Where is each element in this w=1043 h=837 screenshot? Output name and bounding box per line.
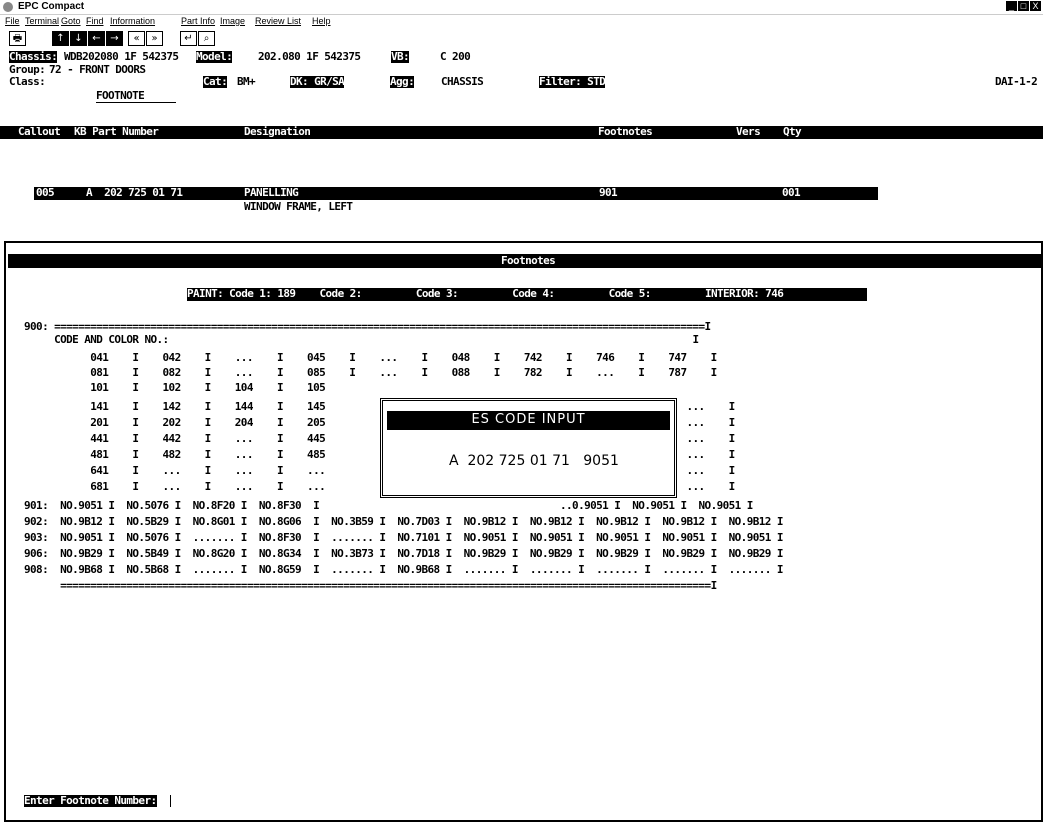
footnote-line: 906: NO.9B29 I NO.5B49 I NO.8G20 I NO.8G… [24,547,783,560]
cat-value: BM+ [237,75,256,88]
input-cursor[interactable] [170,795,171,807]
column-header-bar: Callout KB Part Number Designation Footn… [0,126,1043,139]
menu-bar: File Terminal Goto Find Information Part… [0,15,1043,29]
footnote-line: CODE AND COLOR NO.: I [24,333,699,346]
dialog-title: ES CODE INPUT [471,412,586,427]
menu-terminal[interactable]: Terminal [25,16,59,26]
menu-part-info[interactable]: Part Info [181,16,215,26]
search-icon[interactable]: ⌕ [198,31,215,46]
es-code-input[interactable]: A 202 725 01 71 9051 [449,453,619,469]
footnote-line: 908: NO.9B68 I NO.5B68 I ....... I NO.8G… [24,563,783,576]
footnote-tab-underline [96,102,176,103]
dialog-title-bar: ES CODE INPUT [387,411,670,430]
page-forward-icon[interactable]: » [146,31,163,46]
cat-label: Cat: [203,75,228,88]
footnote-line: 901: NO.9051 I NO.5076 I NO.8F20 I NO.8F… [24,499,753,512]
app-icon [3,2,13,12]
screen-code: DAI-1-2 [995,75,1038,88]
footnote-tab[interactable]: FOOTNOTE [96,90,145,102]
page-back-icon[interactable]: « [128,31,145,46]
row-part-number: A 202 725 01 71 [86,186,183,199]
return-icon[interactable]: ↵ [180,31,197,46]
agg-label: Agg: [390,75,415,88]
col-designation: Designation [244,125,311,138]
close-button[interactable]: X [1030,1,1041,11]
footnote-line: ========================================… [24,579,717,592]
agg-value: CHASSIS [441,75,484,88]
arrow-up-icon[interactable]: ↑ [52,31,69,46]
footnote-line: 902: NO.9B12 I NO.5B29 I NO.8G01 I NO.8G… [24,515,783,528]
dk-label: DK: GR/SA [290,75,345,88]
model-label: Model: [196,50,233,63]
row-designation-detail: WINDOW FRAME, LEFT [244,200,353,213]
paint-bar: PAINT: Code 1: 189 Code 2: Code 3: Code … [187,288,867,301]
row-footnotes: 901 [599,186,618,199]
menu-review-list[interactable]: Review List [255,16,301,26]
window-title: EPC Compact [18,1,85,12]
row-callout: 005 [36,186,55,199]
col-callout: Callout [18,125,61,138]
chassis-value: WDB202080 1F 542375 [64,50,179,63]
group-value: 72 - FRONT DOORS [49,63,146,76]
print-icon[interactable]: 🖶 [9,31,26,46]
footnotes-title-bar: Footnotes [8,254,1043,268]
menu-image[interactable]: Image [220,16,245,26]
menu-goto[interactable]: Goto [61,16,81,26]
vb-value: C 200 [440,50,471,63]
footnote-line: 900: ===================================… [24,320,711,333]
row-qty: 001 [782,186,801,199]
arrow-right-icon[interactable]: → [106,31,123,46]
footnotes-title: Footnotes [501,254,556,267]
class-label: Class: [9,75,46,88]
table-row[interactable]: 005 A 202 725 01 71 PANELLING 901 001 [34,187,878,200]
arrow-left-icon[interactable]: ← [88,31,105,46]
arrow-down-icon[interactable]: ↓ [70,31,87,46]
menu-find[interactable]: Find [86,16,104,26]
menu-information[interactable]: Information [110,16,155,26]
footnote-number-prompt: Enter Footnote Number: [24,794,157,807]
col-part-number: KB Part Number [74,125,159,138]
menu-help[interactable]: Help [312,16,331,26]
footnote-line: 101 I 102 I 104 I 105 [24,381,326,394]
col-qty: Qty [783,125,802,138]
chassis-label: Chassis: [9,50,58,63]
menu-file[interactable]: File [5,16,20,26]
footnote-line: 041 I 042 I ... I 045 I ... I 048 I 742 … [24,351,717,364]
filter-label: Filter: STD [539,75,606,88]
vb-label: VB: [391,50,410,63]
title-bar: EPC Compact _ □ X [0,0,1043,15]
col-footnotes: Footnotes [598,125,653,138]
footnote-line: 081 I 082 I ... I 085 I ... I 088 I 782 … [24,366,717,379]
col-vers: Vers [736,125,761,138]
row-designation: PANELLING [244,186,299,199]
toolbar: 🖶 ↑ ↓ ← → « » ↵ ⌕ [0,31,1043,49]
maximize-button[interactable]: □ [1018,1,1029,11]
minimize-button[interactable]: _ [1006,1,1017,11]
model-value: 202.080 1F 542375 [258,50,361,63]
footnote-line: 903: NO.9051 I NO.5076 I ....... I NO.8F… [24,531,783,544]
es-code-dialog[interactable]: ES CODE INPUT A 202 725 01 71 9051 [380,398,677,498]
